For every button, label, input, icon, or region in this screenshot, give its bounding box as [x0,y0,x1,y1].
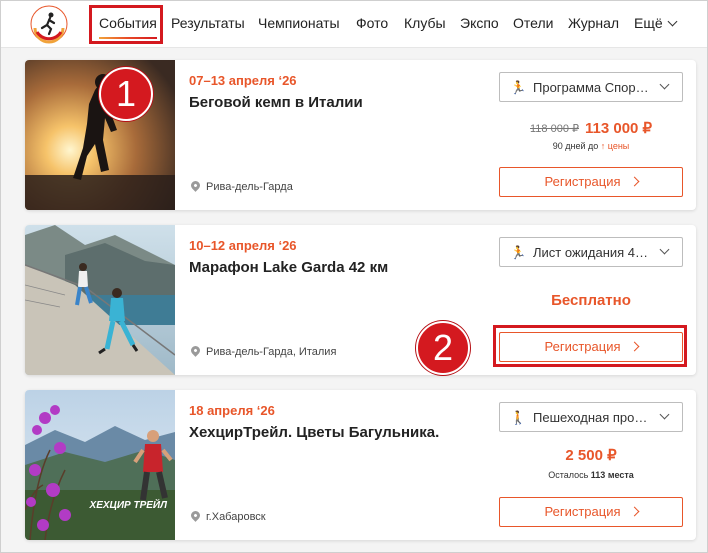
nav-championships[interactable]: Чемпионаты [258,15,340,31]
location-pin-icon [189,179,202,192]
russia-running-logo[interactable] [29,4,69,44]
nav-photo[interactable]: Фото [356,15,388,31]
chevron-right-icon [629,506,639,517]
location-pin-icon [189,509,202,522]
highlight-box-events [89,5,163,44]
price-note-suffix: ↑ цены [600,141,630,151]
event-location-text: г.Хабаровск [206,511,266,523]
distance-select[interactable]: 🚶 Пешеходная про… [499,402,683,432]
chevron-right-icon [629,176,639,187]
event-image-trail-runner [25,390,175,540]
nav-hotels[interactable]: Отели [513,15,553,31]
event-title[interactable]: Беговой кемп в Италии [189,94,363,111]
event-location: Рива-дель-Гарда [189,179,293,193]
register-label: Регистрация [544,504,621,519]
hekhtsir-trail-logo-text: ХЕХЦИР ТРЕЙЛ [89,500,167,511]
distance-select[interactable]: 🏃 Программа Спор… [499,72,683,102]
price-note-prefix: 90 дней до [552,141,601,151]
register-button[interactable]: Регистрация [499,497,683,527]
distance-select-value: Лист ожидания 4… [533,245,649,260]
event-image-sunset-runner [25,60,175,210]
runner-icon: 🏃 [510,245,527,260]
price-current: Бесплатно [551,292,631,309]
nav-more[interactable]: Ещё [634,15,678,31]
hekhtsir-trail-logo: ХЕХЦИР ТРЕЙЛ [77,500,167,512]
event-title[interactable]: ХехцирТрейл. Цветы Багульника. [189,424,439,441]
nav-journal[interactable]: Журнал [568,15,619,31]
location-pin-icon [189,344,202,357]
event-location: Рива-дель-Гарда, Италия [189,344,337,358]
nav-more-label: Ещё [634,15,663,31]
event-date: 07–13 апреля ‘26 [189,73,297,88]
nav-expo[interactable]: Экспо [460,15,499,31]
nav-clubs[interactable]: Клубы [404,15,446,31]
event-image-lake-runners [25,225,175,375]
event-location-text: Рива-дель-Гарда, Италия [206,346,337,358]
event-date: 18 апреля ‘26 [189,403,275,418]
chevron-down-icon [667,16,678,27]
price-current: 113 000 ₽ [585,120,653,137]
seats-remaining-prefix: Осталось [548,470,591,480]
event-location-text: Рива-дель-Гарда [206,181,293,193]
chevron-down-icon [659,244,670,255]
chevron-down-icon [659,409,670,420]
event-location: г.Хабаровск [189,509,266,523]
price-old: 118 000 ₽ [530,123,580,135]
seats-remaining-count: 113 места [590,470,634,480]
chevron-down-icon [659,79,670,90]
browser-frame: События Результаты Чемпионаты Фото Клубы… [0,0,708,553]
runner-icon: 🚶 [510,410,527,425]
price-note: 90 дней до ↑ цены [499,141,683,151]
seats-remaining: Осталось 113 места [499,470,683,480]
distance-select[interactable]: 🏃 Лист ожидания 4… [499,237,683,267]
step-badge-1: 1 [99,67,153,121]
runner-icon: 🏃 [510,80,527,95]
price-current: 2 500 ₽ [565,447,617,464]
top-navigation: События Результаты Чемпионаты Фото Клубы… [1,1,707,48]
event-date: 10–12 апреля ‘26 [189,238,297,253]
event-title[interactable]: Марафон Lake Garda 42 км [189,259,388,276]
event-card-3[interactable]: ХЕХЦИР ТРЕЙЛ 18 апреля ‘26 ХехцирТрейл. … [25,390,696,540]
distance-select-value: Пешеходная про… [533,410,648,425]
step-badge-2: 2 [416,321,470,375]
nav-results[interactable]: Результаты [171,15,245,31]
register-button[interactable]: Регистрация [499,167,683,197]
register-label: Регистрация [544,174,621,189]
distance-select-value: Программа Спор… [533,80,649,95]
highlight-box-register [493,325,687,367]
